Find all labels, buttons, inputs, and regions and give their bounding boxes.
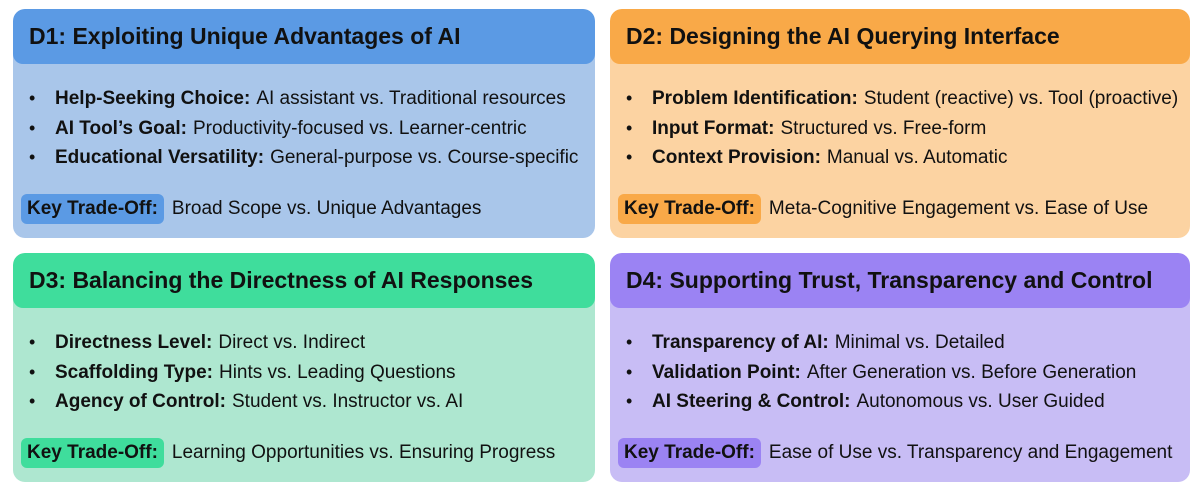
bullet-icon: • — [626, 361, 633, 382]
list-item: • Input Format: Structured vs. Free-form — [626, 114, 1178, 144]
panel-title: D4: Supporting Trust, Transparency and C… — [610, 253, 1190, 308]
dimension-list: • Directness Level: Direct vs. Indirect • S… — [29, 328, 463, 417]
dimension-list: • Help-Seeking Choice: AI assistant vs. Tr… — [29, 84, 578, 173]
key-tradeoff: Key Trade-Off: Meta-Cognitive Engagement… — [618, 194, 1148, 224]
panel-d3-response-directness: D3: Balancing the Directness of AI Respo… — [13, 253, 595, 482]
list-item: • Transparency of AI: Minimal vs. Detailed — [626, 328, 1136, 358]
list-item: • AI Tool’s Goal: Productivity-focused vs.… — [29, 114, 578, 144]
item-term: AI Tool’s Goal: — [55, 117, 187, 139]
panel-d2-querying-interface: D2: Designing the AI Querying Interface … — [610, 9, 1190, 238]
bullet-icon: • — [626, 332, 633, 352]
key-tradeoff-text: Learning Opportunities vs. Ensuring Prog… — [171, 442, 556, 463]
key-tradeoff-badge: Key Trade-Off: — [618, 438, 761, 468]
panel-title: D3: Balancing the Directness of AI Respo… — [13, 253, 595, 308]
dimension-list: • Problem Identification: Student (reactiv… — [626, 84, 1178, 173]
bullet-icon: • — [29, 332, 36, 352]
item-text: AI assistant vs. Traditional resources — [256, 88, 566, 109]
panel-body: • Directness Level: Direct vs. Indirect • S… — [13, 308, 595, 482]
bullet-icon: • — [626, 147, 633, 167]
item-term: AI Steering & Control: — [652, 391, 851, 412]
item-text: General-purpose vs. Course-specific — [270, 147, 579, 168]
item-term: Help-Seeking Choice: — [55, 88, 251, 109]
item-term: Transparency of AI: — [652, 332, 829, 353]
item-term: Scaffolding Type: — [55, 361, 213, 383]
bullet-icon: • — [29, 147, 36, 167]
item-text: Student vs. Instructor vs. AI — [232, 391, 464, 412]
item-text: Minimal vs. Detailed — [834, 332, 1005, 353]
item-text: Productivity-focused vs. Learner-centric — [192, 117, 527, 139]
list-item: • Help-Seeking Choice: AI assistant vs. Tr… — [29, 84, 578, 114]
list-item: • Agency of Control: Student vs. Instructo… — [29, 387, 463, 417]
bullet-icon: • — [626, 391, 633, 411]
bullet-icon: • — [29, 361, 36, 382]
key-tradeoff: Key Trade-Off: Broad Scope vs. Unique Ad… — [21, 194, 481, 224]
item-text: After Generation vs. Before Generation — [806, 361, 1137, 383]
panel-title: D2: Designing the AI Querying Interface — [610, 9, 1190, 64]
list-item: • Scaffolding Type: Hints vs. Leading Ques… — [29, 358, 463, 388]
list-item: • AI Steering & Control: Autonomous vs. Us… — [626, 387, 1136, 417]
list-item: • Problem Identification: Student (reactiv… — [626, 84, 1178, 114]
item-text: Direct vs. Indirect — [218, 332, 366, 353]
item-term: Directness Level: — [55, 332, 213, 353]
dimension-list: • Transparency of AI: Minimal vs. Detailed… — [626, 328, 1136, 417]
key-tradeoff: Key Trade-Off: Learning Opportunities vs… — [21, 438, 555, 468]
list-item: • Validation Point: After Generation vs. B… — [626, 358, 1136, 388]
item-term: Validation Point: — [652, 361, 801, 383]
key-tradeoff-badge: Key Trade-Off: — [21, 194, 164, 224]
panel-d4-trust-transparency-control: D4: Supporting Trust, Transparency and C… — [610, 253, 1190, 482]
list-item: • Context Provision: Manual vs. Automatic — [626, 143, 1178, 173]
key-tradeoff-text: Meta-Cognitive Engagement vs. Ease of Us… — [768, 198, 1149, 219]
item-text: Student (reactive) vs. Tool (proactive) — [863, 88, 1179, 109]
bullet-icon: • — [29, 391, 36, 411]
item-term: Problem Identification: — [652, 88, 858, 109]
panel-d1-unique-advantages: D1: Exploiting Unique Advantages of AI •… — [13, 9, 595, 238]
item-text: Hints vs. Leading Questions — [218, 361, 456, 383]
key-tradeoff-badge: Key Trade-Off: — [618, 194, 761, 224]
bullet-icon: • — [626, 117, 633, 138]
key-tradeoff: Key Trade-Off: Ease of Use vs. Transpare… — [618, 438, 1172, 468]
item-text: Structured vs. Free-form — [780, 117, 987, 139]
bullet-icon: • — [29, 88, 36, 108]
key-tradeoff-text: Ease of Use vs. Transparency and Engagem… — [768, 442, 1173, 463]
key-tradeoff-text: Broad Scope vs. Unique Advantages — [171, 198, 482, 219]
list-item: • Directness Level: Direct vs. Indirect — [29, 328, 463, 358]
item-term: Educational Versatility: — [55, 147, 265, 168]
panel-body: • Transparency of AI: Minimal vs. Detailed… — [610, 308, 1190, 482]
panel-body: • Problem Identification: Student (reactiv… — [610, 64, 1190, 238]
bullet-icon: • — [626, 88, 633, 108]
list-item: • Educational Versatility: General-purpose… — [29, 143, 578, 173]
item-text: Autonomous vs. User Guided — [856, 391, 1105, 412]
panel-body: • Help-Seeking Choice: AI assistant vs. Tr… — [13, 64, 595, 238]
item-term: Input Format: — [652, 117, 775, 139]
key-tradeoff-badge: Key Trade-Off: — [21, 438, 164, 468]
panel-title: D1: Exploiting Unique Advantages of AI — [13, 9, 595, 64]
item-term: Agency of Control: — [55, 391, 226, 412]
bullet-icon: • — [29, 117, 36, 138]
item-term: Context Provision: — [652, 147, 821, 168]
item-text: Manual vs. Automatic — [826, 147, 1008, 168]
